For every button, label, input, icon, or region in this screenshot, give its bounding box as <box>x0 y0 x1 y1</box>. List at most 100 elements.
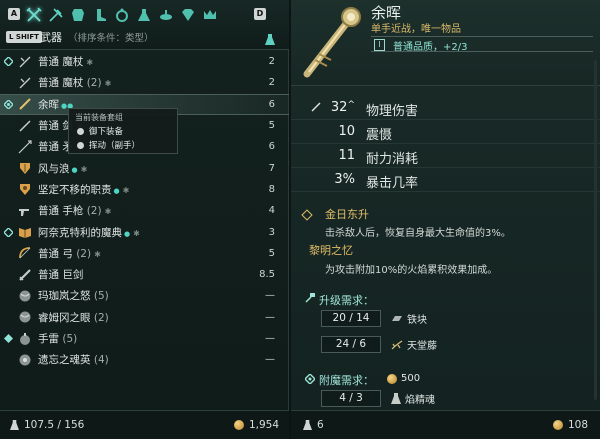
category-title: 武器 <box>40 31 62 44</box>
category-bar: A D L SHIFT 武器 （排序条件：类型） <box>0 0 289 50</box>
weapons-tab-icon[interactable] <box>25 6 43 24</box>
staff-icon <box>18 76 32 90</box>
equip-option[interactable]: 御下装备 <box>77 125 123 137</box>
item-name: 普通 弓 <box>38 247 73 260</box>
skill-description: 击杀敌人后，恢复自身最大生命值的3%。 <box>325 228 511 239</box>
bow-icon <box>18 246 32 260</box>
sword-icon <box>18 119 32 133</box>
item-header: 余晖 单手近战，唯一物品 I 普通品质，+2/3 <box>291 0 600 86</box>
weight-icon <box>265 30 275 49</box>
boots-tab-icon[interactable] <box>91 6 109 24</box>
equipped-marker-icon <box>4 57 13 67</box>
grenade-icon <box>18 332 32 346</box>
list-item[interactable]: 遗忘之魂英 (4) — <box>0 349 289 370</box>
quality-bar: I 普通品质，+2/3 <box>371 36 593 53</box>
list-item[interactable]: 普通 弓 (2) ✱ 5 <box>0 243 289 264</box>
amulet-tab-icon[interactable] <box>113 6 131 24</box>
list-item[interactable]: 阿奈克特利的魔典 ● ✱ 3 <box>0 221 289 242</box>
shield-icon <box>18 161 32 175</box>
list-item[interactable]: 普通 巨剑 8.5 <box>0 264 289 285</box>
list-item[interactable]: 睿姆冈之眼 (2) — <box>0 307 289 328</box>
item-list: 普通 魔杖✱ 2 普通 魔杖 (2)✱ 2 余晖●● 6 普通 剑✱ 5 普通 … <box>0 51 289 370</box>
flask-tab-icon[interactable] <box>135 6 153 24</box>
list-item[interactable]: 普通 魔杖 (2) ✱ 2 <box>0 72 289 93</box>
armor-tab-icon[interactable] <box>69 6 87 24</box>
enchant-title: 附魔需求： <box>319 374 374 387</box>
offhand-option[interactable]: 挥动（副手） <box>77 139 140 151</box>
pin-icon: ✱ <box>133 228 140 238</box>
item-name: 普通 巨剑 <box>38 269 84 282</box>
stat-label: 暴击几率 <box>366 176 419 191</box>
item-name: 普通 魔杖 <box>38 56 84 69</box>
pin-icon: ✱ <box>122 185 130 195</box>
item-name: 坚定不移的职责 <box>38 183 112 196</box>
item-value: 4 <box>268 205 275 217</box>
skill-title: 金日东升 <box>325 208 369 221</box>
sort-condition[interactable]: （排序条件：类型） <box>68 30 154 44</box>
item-name: 阿奈克特利的魔典 <box>38 226 122 239</box>
pin-icon: ✱ <box>104 79 112 89</box>
stat-value: 10 <box>338 124 355 139</box>
spear-icon <box>18 140 32 154</box>
stat-value: 11 <box>338 148 355 163</box>
prev-category-key[interactable]: A <box>8 8 20 20</box>
weight-icon <box>303 420 312 430</box>
list-item[interactable]: 坚定不移的职责 ● ✱ 8 <box>0 179 289 200</box>
equipped-marker-icon <box>4 227 13 237</box>
item-value: 3 <box>268 226 275 238</box>
item-sell-value: 108 <box>567 419 588 431</box>
list-item[interactable]: 普通 手枪 (2) ✱ 4 <box>0 200 289 221</box>
item-sword-image-icon <box>303 7 361 78</box>
item-value: 8 <box>268 183 275 195</box>
item-weight: 6 <box>317 419 324 431</box>
list-item[interactable]: 普通 魔杖 ✱ 2 <box>0 51 289 72</box>
item-name: 普通 魔杖 <box>38 77 84 90</box>
item-value: — <box>265 333 275 344</box>
list-item[interactable]: 玛珈岚之怒 (5) — <box>0 285 289 306</box>
context-menu-header: 当前装备套组 <box>75 113 123 122</box>
next-category-key[interactable]: D <box>254 8 266 20</box>
pistol-icon <box>18 204 32 218</box>
iron-ingot-icon <box>392 315 402 321</box>
soul-orb-icon <box>18 353 32 367</box>
upgrade-material: 铁块 <box>407 315 427 326</box>
item-value: — <box>265 354 275 366</box>
new-star-icon: ● <box>113 186 120 195</box>
orb-icon <box>18 289 32 303</box>
tools-tab-icon[interactable] <box>47 6 65 24</box>
gem-tab-icon[interactable] <box>179 6 197 24</box>
item-stats: 32^ 物理伤害 10 震慑 11 耐力消耗 3% 暴击几率 <box>291 96 600 192</box>
stat-value: 32 <box>330 100 348 115</box>
gold-amount: 1,954 <box>248 419 279 431</box>
vine-icon <box>391 340 403 349</box>
item-value: 8.5 <box>259 269 275 281</box>
item-value: 5 <box>268 247 275 259</box>
skill-diamond-icon <box>301 209 313 221</box>
item-count: (5) <box>62 333 78 345</box>
upgrade-req-count: 24 / 6 <box>321 336 381 353</box>
category-tabs <box>25 6 219 24</box>
equipped-marker-icon <box>4 334 13 343</box>
quality-level-badge: I <box>374 39 385 51</box>
pin-icon: ✱ <box>94 249 101 259</box>
item-value: 2 <box>268 77 275 89</box>
sword-icon <box>18 97 32 111</box>
item-value: 6 <box>268 141 275 153</box>
list-item[interactable]: 手雷 (5) — <box>0 328 289 349</box>
skill-description: 为攻击附加10%的火焰累积效果加成。 <box>325 265 498 276</box>
orb-icon <box>18 310 32 324</box>
tome-icon <box>18 225 32 239</box>
upgrade-material: 天堂藤 <box>407 341 437 352</box>
gold-coin-icon <box>552 420 563 430</box>
upgrade-title: 升级需求： <box>319 294 374 307</box>
upgrade-req-count: 20 / 14 <box>321 310 381 327</box>
stat-label: 震慑 <box>366 128 393 143</box>
list-item[interactable]: 风与浪 ● ✱ 7 <box>0 157 289 178</box>
shift-key[interactable]: L SHIFT <box>6 31 42 43</box>
lamp-tab-icon[interactable] <box>157 6 175 24</box>
stat-label: 物理伤害 <box>366 104 419 119</box>
crown-tab-icon[interactable] <box>201 6 219 24</box>
gold-coin-icon <box>233 420 244 430</box>
stat-row: 10 震慑 <box>291 120 600 144</box>
detail-scrollbar[interactable] <box>594 60 597 400</box>
